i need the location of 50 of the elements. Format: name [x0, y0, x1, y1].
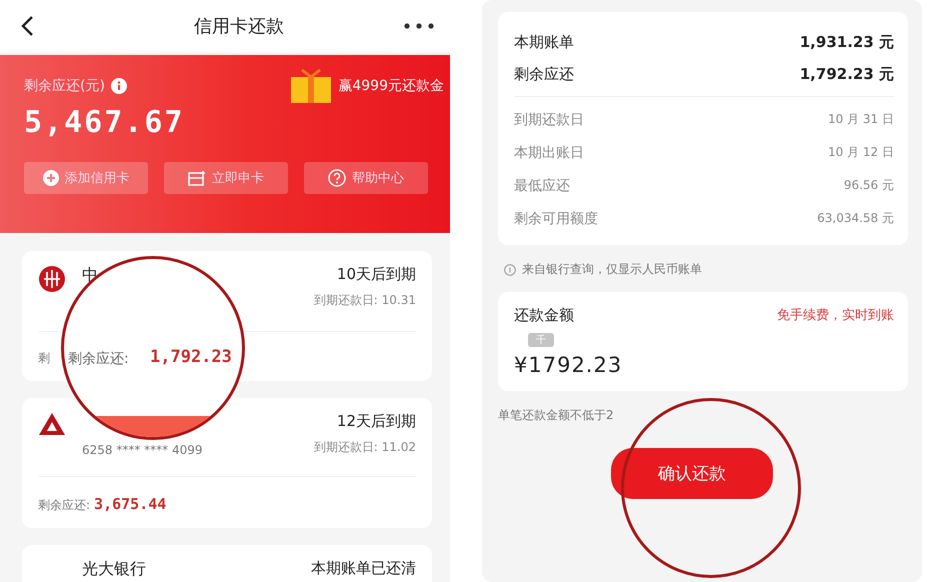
plus-icon [42, 170, 58, 186]
bill-label: 到期还款日 [514, 110, 584, 128]
bill-label: 本期账单 [514, 32, 574, 52]
bank-name: 中 [82, 265, 99, 286]
more-icon[interactable] [404, 23, 434, 29]
bill-value: 10 月 12 日 [828, 144, 894, 161]
action-button[interactable]: 立即申卡 [164, 162, 288, 194]
confirm-button[interactable]: 确认还款 [611, 448, 773, 499]
payment-amount-field[interactable]: ¥1792.23 [514, 353, 622, 377]
source-note: 来自银行查询，仅显示人民币账单 [522, 261, 702, 278]
magnified-label: 剩余应还: [68, 350, 129, 368]
due-date: 到期还款日: 11.02 [314, 439, 416, 456]
bill-label: 本期出账日 [514, 144, 584, 162]
bank-name: 光大银行 [82, 559, 147, 580]
due-status: 10天后到期 [336, 265, 416, 284]
info-icon[interactable] [110, 78, 127, 94]
bill-label: 最低应还 [514, 176, 570, 194]
bill-label: 剩余应还 [514, 64, 574, 84]
bill-value: 1,792.23 元 [800, 64, 894, 84]
payment-label: 还款金额 [514, 306, 574, 325]
magnified-amount: 1,792.23 [150, 347, 232, 367]
remaining-label: 剩余应还(元) [24, 77, 105, 95]
gift-icon[interactable] [290, 69, 332, 103]
card-icon [188, 170, 206, 186]
due-status: 12天后到期 [336, 412, 416, 431]
bill-value: 63,034.58 元 [817, 210, 894, 227]
page-title: 信用卡还款 [194, 15, 284, 38]
bank-logo-icon [38, 412, 66, 436]
action-button[interactable]: 帮助中心 [304, 162, 428, 194]
bank-logo-icon [38, 265, 66, 293]
remaining-label: 剩 [38, 350, 50, 367]
action-button[interactable]: 添加信用卡 [24, 162, 148, 194]
remaining-amount: 3,675.44 [94, 495, 166, 513]
remaining-amount: 5,467.67 [24, 105, 186, 140]
bill-value: 10 月 31 日 [828, 111, 894, 128]
back-icon[interactable] [20, 15, 34, 37]
remaining-label: 剩余应还: [38, 497, 90, 514]
due-date: 到期还款日: 10.31 [314, 292, 416, 309]
bill-value: 96.56 元 [844, 177, 894, 194]
credit-card-item[interactable]: 光大银行 本期账单已还清 [22, 545, 432, 582]
bill-value: 1,931.23 元 [800, 32, 894, 52]
due-status: 本期账单已还清 [311, 559, 416, 578]
unit-tooltip: 千 [528, 333, 554, 347]
info-icon [504, 264, 516, 276]
help-icon [328, 169, 346, 187]
minimum-note: 单笔还款金额不低于2 [498, 407, 615, 424]
promo-text[interactable]: 赢4999元还款金 [338, 77, 444, 95]
bill-label: 剩余可用额度 [514, 210, 598, 228]
card-number: 6258 **** **** 4099 [82, 443, 204, 457]
fee-free-tag: 免手续费，实时到账 [777, 306, 894, 325]
